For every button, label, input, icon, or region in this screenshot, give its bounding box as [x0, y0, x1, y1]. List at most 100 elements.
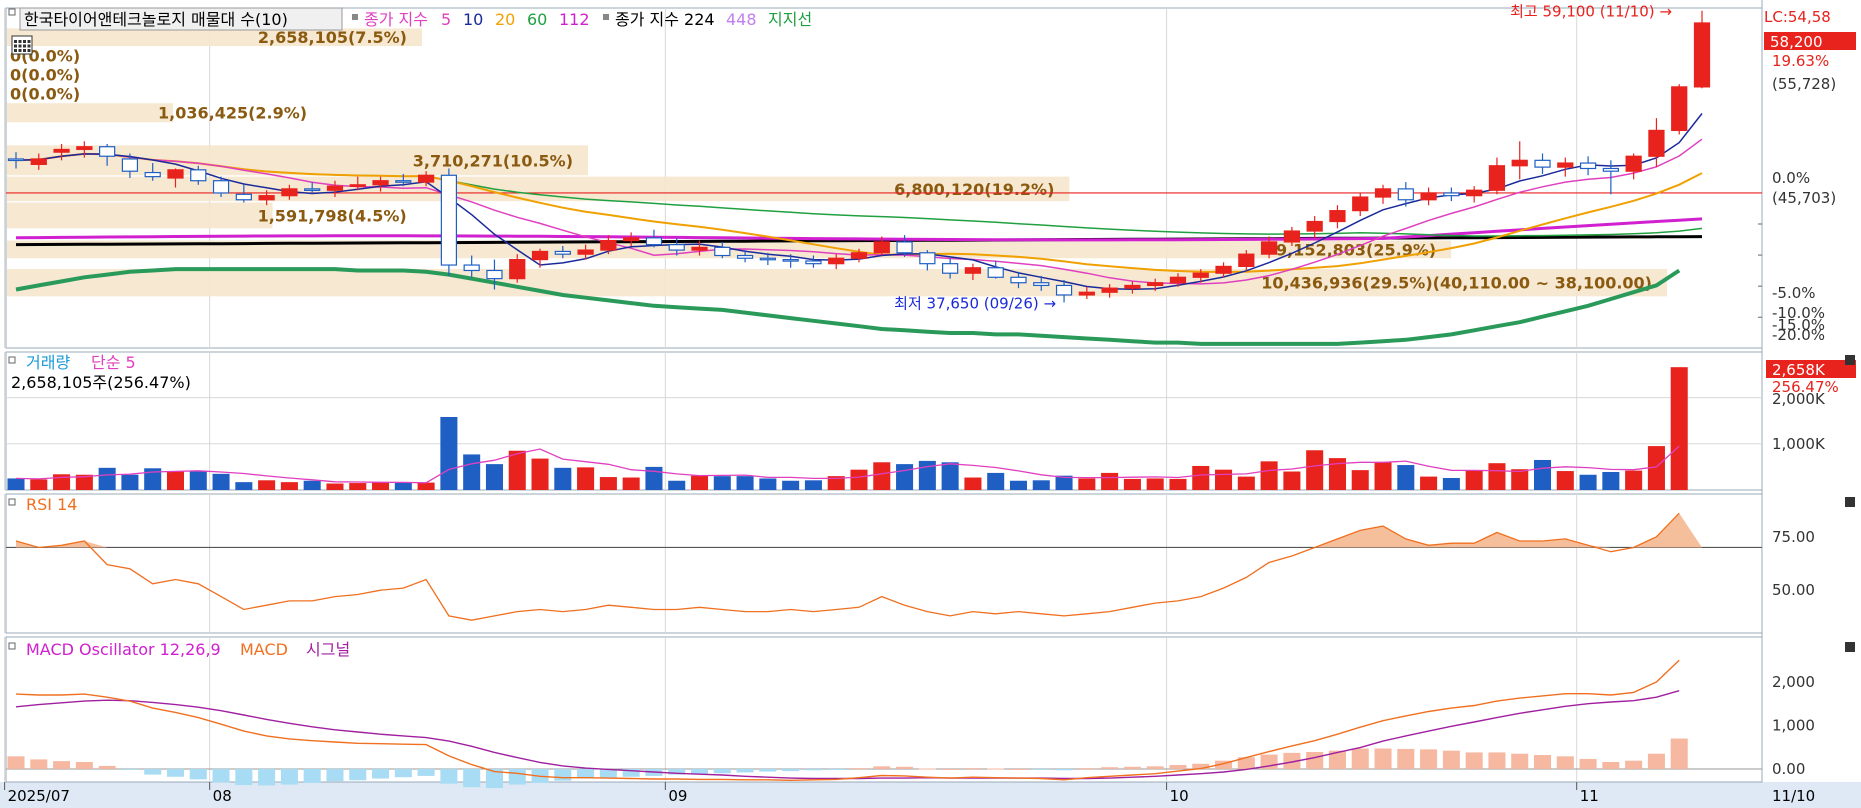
- candle-body: [30, 158, 47, 166]
- calendar-icon-cell: [23, 49, 26, 52]
- macd-oscillator-bar: [1488, 752, 1506, 769]
- volume-bar: [1442, 477, 1460, 490]
- close-panel-icon: [1845, 497, 1855, 507]
- volume-title[interactable]: 거래량: [26, 353, 70, 372]
- macd-oscillator-bar: [166, 768, 185, 777]
- volume-bar: [941, 462, 959, 490]
- macd-oscillator-bar: [804, 768, 822, 771]
- close-panel-icon: [1845, 355, 1855, 365]
- volume-bar: [1533, 459, 1552, 490]
- volume-bar: [121, 474, 139, 490]
- candle-body: [1534, 159, 1551, 168]
- macd-oscillator-bar: [1465, 752, 1483, 769]
- legend-60[interactable]: 60: [527, 10, 547, 29]
- legend-5[interactable]: 5: [441, 10, 451, 29]
- macd-oscillator-bar: [1556, 756, 1574, 769]
- volume-bar: [531, 458, 549, 490]
- legend-종가-지수[interactable]: 종가 지수: [364, 10, 428, 29]
- calendar-icon-cell: [27, 49, 31, 52]
- indicator-title[interactable]: 한국타이어앤테크놀로지 매물대 수(10): [24, 10, 288, 29]
- volume-profile-band: [7, 202, 273, 229]
- x-axis-label: 10: [1170, 787, 1189, 805]
- candle-body: [1625, 155, 1642, 172]
- rsi-y-tick-label: 50.00: [1772, 581, 1815, 599]
- legend-10[interactable]: 10: [463, 10, 483, 29]
- candle-body: [714, 246, 731, 257]
- candle-body: [782, 259, 799, 262]
- volume-bar: [1032, 480, 1050, 490]
- legend-bullet-icon: [352, 14, 358, 20]
- volume-bar: [1351, 470, 1369, 490]
- rsi-title[interactable]: RSI 14: [26, 495, 77, 514]
- macd-oscillator-bar: [7, 756, 25, 769]
- macd-y-tick-label: 2,000: [1772, 673, 1815, 691]
- macd-oscillator-bar: [850, 768, 868, 770]
- volume-profile-label: 2,658,105(7.5%): [258, 28, 407, 47]
- legend-112[interactable]: 112: [559, 10, 590, 29]
- macd-oscillator-bar: [394, 768, 412, 778]
- volume-bar: [212, 473, 230, 490]
- candle-body: [349, 184, 366, 187]
- candle-body: [1306, 220, 1323, 232]
- macd-oscillator-bar: [508, 768, 526, 785]
- candle-body: [873, 241, 890, 254]
- volume-bar: [873, 462, 891, 490]
- candle-body: [1238, 253, 1255, 268]
- candle-body: [1215, 265, 1232, 274]
- legend-448[interactable]: 448: [726, 10, 757, 29]
- candle-body: [1192, 272, 1209, 278]
- candle-body: [531, 250, 549, 261]
- macd-oscillator-bar: [1647, 753, 1665, 769]
- volume-bar: [1556, 471, 1574, 490]
- signal-label[interactable]: 시그널: [306, 640, 350, 659]
- price-y-tick-label: -5.0%: [1772, 284, 1816, 302]
- legend-지지선[interactable]: 지지선: [768, 10, 812, 29]
- volume-bar: [235, 482, 253, 490]
- candle-body: [1693, 22, 1711, 88]
- macd-oscillator-bar: [30, 759, 48, 769]
- volume-bar: [485, 464, 503, 490]
- volume-bar: [1511, 469, 1529, 490]
- candle-body: [1124, 284, 1141, 289]
- candle-body: [509, 259, 526, 280]
- macd-oscillator-bar: [1533, 755, 1552, 769]
- volume-profile-label: 10,436,936(29.5%)(40,110.00 ~ 38,100.00): [1261, 274, 1652, 293]
- volume-bar: [189, 471, 207, 490]
- legend-종가-지수-224[interactable]: 종가 지수 224: [615, 10, 715, 29]
- candle-body: [896, 241, 913, 254]
- macd-oscillator-bar: [1579, 758, 1597, 769]
- candle-body: [190, 169, 207, 182]
- volume-profile-label: 1,591,798(4.5%): [258, 206, 407, 225]
- macd-oscillator-bar: [713, 768, 731, 774]
- volume-bar: [417, 482, 435, 490]
- volume-bar: [463, 454, 481, 490]
- zero-price-label: (45,703): [1772, 189, 1836, 207]
- candle-body: [1169, 276, 1187, 284]
- candle-body: [828, 257, 845, 265]
- candle-body: [668, 244, 685, 251]
- macd-oscillator-bar: [1511, 753, 1529, 769]
- macd-title[interactable]: MACD Oscillator 12,26,9: [26, 640, 221, 659]
- volume-bar: [1670, 367, 1688, 490]
- candle-body: [486, 269, 503, 280]
- macd-oscillator-bar: [349, 768, 367, 781]
- candle-body: [144, 171, 161, 178]
- macd-oscillator-bar: [212, 768, 230, 783]
- volume-bar: [1260, 461, 1278, 490]
- candle-body: [805, 260, 822, 265]
- macd-y-tick-label: 0.00: [1772, 760, 1805, 778]
- macd-label[interactable]: MACD: [240, 640, 288, 659]
- macd-oscillator-bar: [463, 768, 481, 788]
- macd-oscillator-bar: [896, 766, 914, 769]
- volume-y-tick-label: 2,000K: [1772, 390, 1826, 408]
- volume-bar: [1078, 478, 1096, 490]
- candle-body: [600, 239, 617, 251]
- volume-bar: [1374, 461, 1392, 490]
- stock-chart[interactable]: 2,658,105(7.5%)0(0.0%)0(0.0%)0(0.0%)1,03…: [0, 0, 1861, 808]
- macd-oscillator-bar: [1420, 749, 1438, 769]
- volume-ma-label[interactable]: 단순 5: [91, 353, 136, 372]
- candle-body: [463, 264, 480, 272]
- macd-oscillator-bar: [417, 768, 435, 776]
- legend-20[interactable]: 20: [495, 10, 515, 29]
- volume-bar: [258, 480, 276, 490]
